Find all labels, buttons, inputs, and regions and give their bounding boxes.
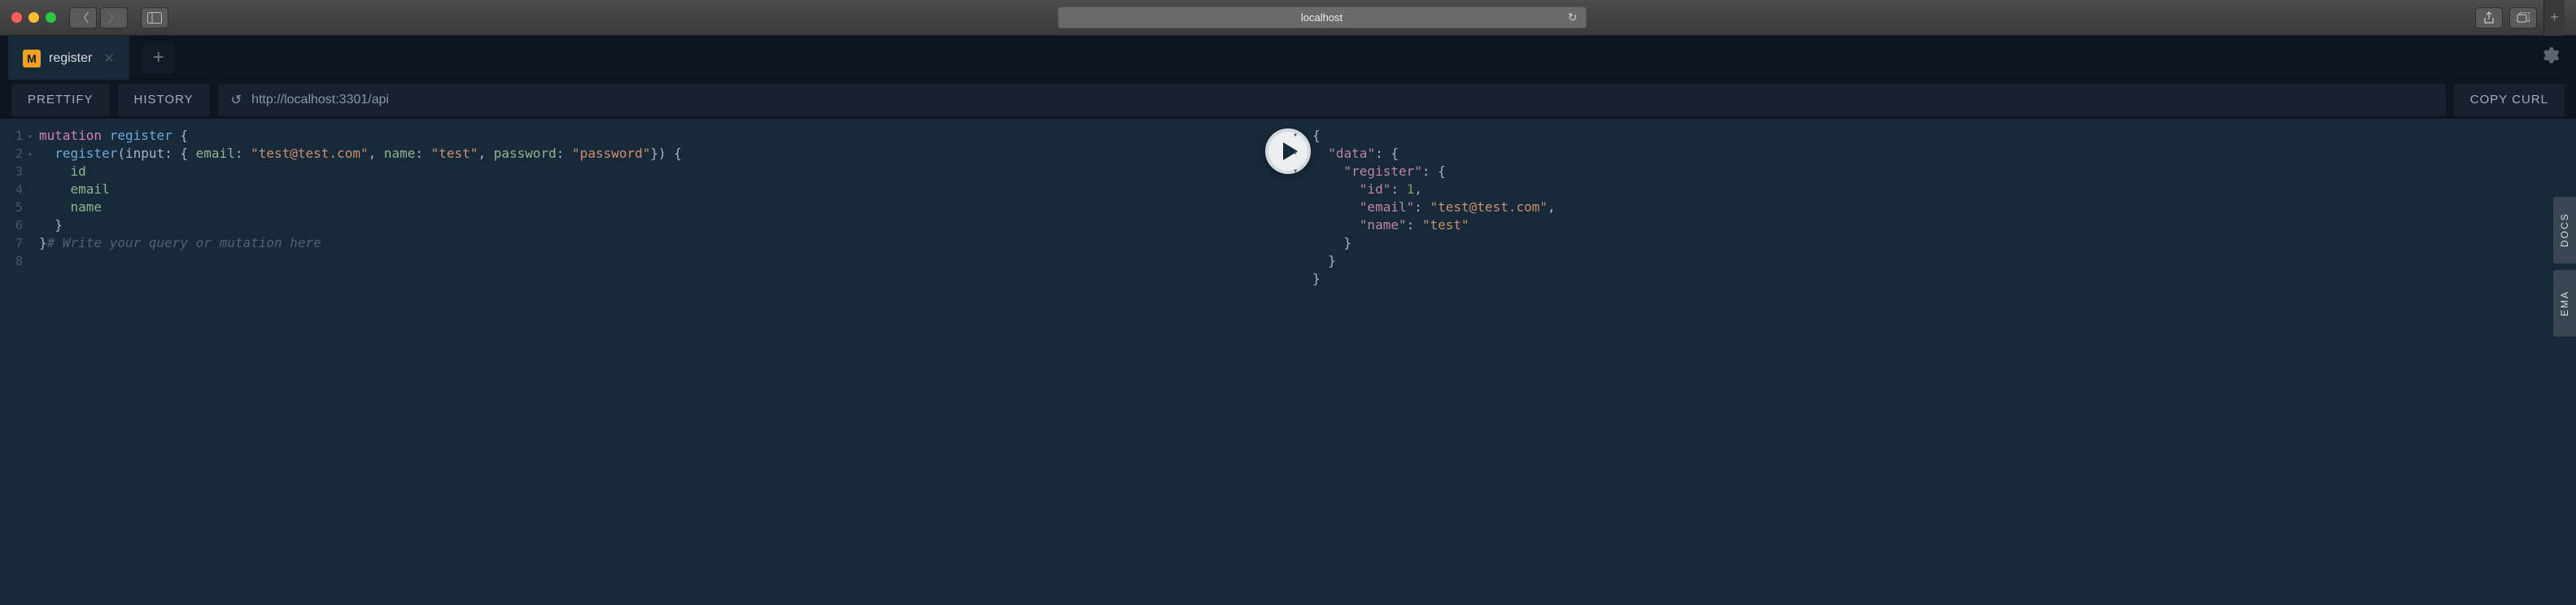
gear-icon — [2539, 45, 2560, 66]
tabs-overview-button[interactable] — [2509, 7, 2537, 28]
maximize-icon[interactable] — [46, 12, 56, 23]
query-pane[interactable]: 12345678 ▾▾ mutation register { register… — [0, 119, 1288, 605]
sidebar-icon — [147, 12, 162, 24]
endpoint-input[interactable]: ↺ http://localhost:3301/api — [218, 84, 2446, 116]
side-tabs: DOCS EMA — [2553, 197, 2576, 337]
prettify-button[interactable]: PRETTIFY — [11, 84, 110, 116]
mutation-badge: M — [23, 50, 41, 67]
nav-buttons: 〈 〉 — [69, 7, 128, 28]
traffic-lights — [11, 12, 56, 23]
share-icon — [2483, 11, 2495, 24]
new-browser-tab-button[interactable]: + — [2543, 0, 2565, 36]
result-pane: ▾▾▾ { "data": { "register": { "id": 1, "… — [1288, 119, 2576, 605]
line-gutter: 12345678 — [0, 119, 28, 605]
query-editor[interactable]: mutation register { register(input: { em… — [34, 119, 1288, 605]
docs-tab[interactable]: DOCS — [2553, 197, 2576, 263]
history-button[interactable]: HISTORY — [118, 84, 210, 116]
result-viewer: { "data": { "register": { "id": 1, "emai… — [1306, 119, 2576, 605]
share-button[interactable] — [2475, 7, 2503, 28]
tab-label: register — [49, 51, 92, 66]
copy-curl-button[interactable]: COPY CURL — [2454, 84, 2565, 116]
close-tab-icon[interactable]: ✕ — [103, 50, 114, 67]
result-fold-gutter: ▾▾▾ — [1288, 119, 1306, 605]
address-bar[interactable]: localhost ↻ — [1058, 7, 1587, 28]
settings-button[interactable] — [2539, 45, 2560, 72]
sidebar-toggle-button[interactable] — [141, 7, 168, 28]
close-icon[interactable] — [11, 12, 22, 23]
toolbar: PRETTIFY HISTORY ↺ http://localhost:3301… — [0, 80, 2576, 119]
minimize-icon[interactable] — [28, 12, 39, 23]
new-tab-button[interactable]: + — [142, 41, 175, 74]
browser-chrome: 〈 〉 localhost ↻ + — [0, 0, 2576, 36]
address-bar-wrap: localhost ↻ — [181, 7, 2462, 28]
graphql-playground-app: M register ✕ + PRETTIFY HISTORY ↺ http:/… — [0, 36, 2576, 605]
tabs-icon — [2517, 12, 2530, 24]
fold-gutter: ▾▾ — [28, 119, 34, 605]
address-text: localhost — [1301, 11, 1343, 24]
schema-tab[interactable]: EMA — [2553, 270, 2576, 337]
reload-endpoint-icon[interactable]: ↺ — [231, 92, 242, 108]
endpoint-text: http://localhost:3301/api — [251, 93, 389, 107]
share-group: + — [2475, 0, 2565, 36]
reload-icon[interactable]: ↻ — [1568, 11, 1578, 24]
back-button[interactable]: 〈 — [69, 7, 97, 28]
forward-button[interactable]: 〉 — [100, 7, 128, 28]
editor-zone: 12345678 ▾▾ mutation register { register… — [0, 119, 2576, 605]
app-tabs: M register ✕ + — [0, 36, 2576, 80]
tab-register[interactable]: M register ✕ — [8, 36, 129, 80]
